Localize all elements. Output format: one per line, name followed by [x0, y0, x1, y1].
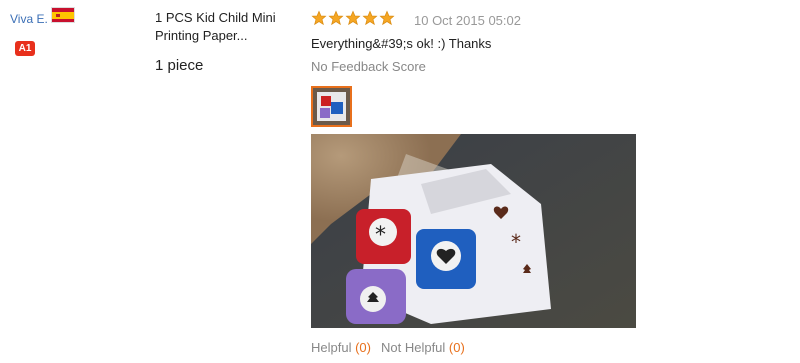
svg-text:*: * — [511, 230, 521, 254]
svg-text:*: * — [375, 223, 386, 248]
buyer-name-link[interactable]: Viva E. — [10, 12, 48, 26]
star-icon — [379, 10, 395, 26]
star-icon — [362, 10, 378, 26]
product-quantity: 1 piece — [155, 57, 204, 74]
buyer-level-badge: A1 — [15, 41, 35, 56]
spain-flag-icon — [52, 8, 74, 22]
review-photo[interactable]: * * — [311, 134, 636, 328]
star-icon — [311, 10, 327, 26]
star-icon — [345, 10, 361, 26]
feedback-score: No Feedback Score — [311, 59, 426, 74]
review-photo-thumbnail[interactable] — [311, 86, 352, 127]
product-title-link[interactable]: 1 PCS Kid Child Mini Printing Paper... — [155, 9, 295, 45]
not-helpful-button[interactable]: Not Helpful (0) — [381, 340, 465, 355]
helpful-row: Helpful (0) Not Helpful (0) — [311, 340, 465, 355]
helpful-button[interactable]: Helpful (0) — [311, 340, 371, 355]
review-date: 10 Oct 2015 05:02 — [414, 13, 521, 28]
star-icon — [328, 10, 344, 26]
rating-stars — [311, 10, 395, 26]
review-text: Everything&#39;s ok! :) Thanks — [311, 36, 492, 51]
